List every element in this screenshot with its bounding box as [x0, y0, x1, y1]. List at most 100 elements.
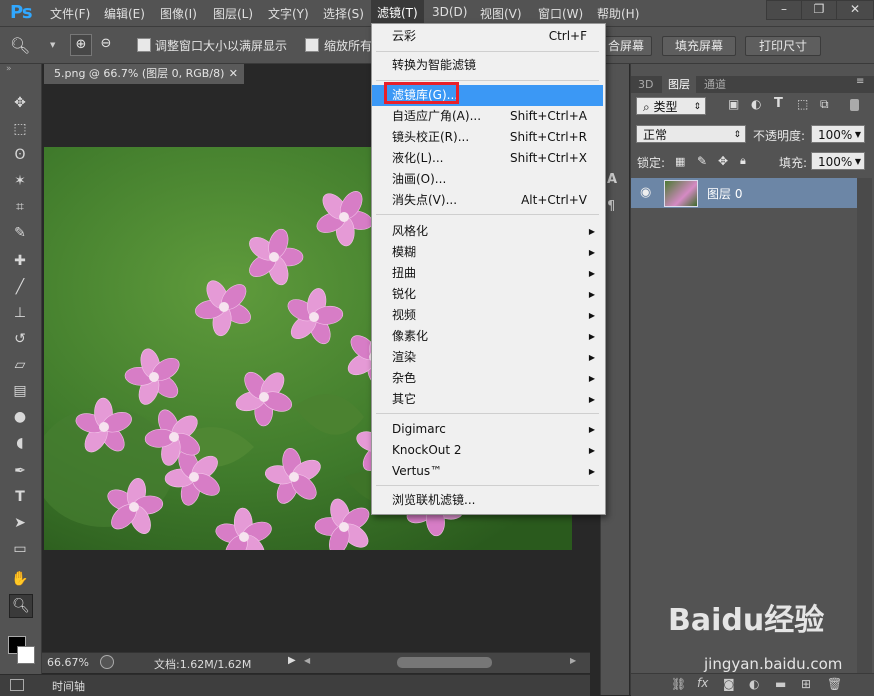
- move-tool-icon[interactable]: ✥: [9, 92, 31, 114]
- menu-item-pixelate[interactable]: 像素化 ▶: [372, 326, 603, 347]
- menu-item-video[interactable]: 视频 ▶: [372, 305, 603, 326]
- clone-stamp-tool-icon[interactable]: ⊥: [9, 302, 31, 324]
- blur-tool-icon[interactable]: ●: [9, 406, 31, 428]
- visibility-eye-icon[interactable]: ◉: [640, 185, 651, 200]
- panel-menu-icon[interactable]: ≡: [856, 76, 864, 87]
- pixel-filter-icon[interactable]: ▣: [728, 97, 739, 111]
- rectangle-tool-icon[interactable]: ▭: [9, 538, 31, 560]
- crop-tool-icon[interactable]: ⌗: [9, 196, 31, 218]
- menu-window[interactable]: 窗口(W): [538, 5, 583, 22]
- menu-item-blur[interactable]: 模糊 ▶: [372, 242, 603, 263]
- type-filter-icon[interactable]: T: [774, 96, 783, 111]
- menu-item-clouds[interactable]: 云彩 Ctrl+F: [372, 26, 603, 47]
- menu-item-noise[interactable]: 杂色 ▶: [372, 368, 603, 389]
- menu-item-other[interactable]: 其它 ▶: [372, 389, 603, 410]
- gradient-tool-icon[interactable]: ▤: [9, 380, 31, 402]
- lock-all-icon[interactable]: 🔒︎: [740, 154, 746, 168]
- menu-item-browse-online[interactable]: 浏览联机滤镜...: [372, 490, 603, 511]
- path-selection-tool-icon[interactable]: ➤: [9, 512, 31, 534]
- shape-filter-icon[interactable]: ⬚: [797, 97, 808, 111]
- fill-screen-button[interactable]: 填充屏幕: [662, 36, 736, 56]
- menu-item-digimarc[interactable]: Digimarc ▶: [372, 419, 603, 440]
- menu-item-lens-correction[interactable]: 镜头校正(R)... Shift+Ctrl+R: [372, 127, 603, 148]
- zoom-level[interactable]: 66.67%: [47, 656, 89, 669]
- tab-channels[interactable]: 通道: [698, 76, 732, 93]
- minimize-button[interactable]: –: [766, 0, 802, 20]
- status-info-icon[interactable]: [100, 655, 114, 669]
- magic-wand-tool-icon[interactable]: ✶: [9, 170, 31, 192]
- eyedropper-tool-icon[interactable]: ✎: [9, 222, 31, 244]
- new-group-icon[interactable]: ▬: [775, 677, 786, 691]
- menu-item-smart-filter[interactable]: 转换为智能滤镜: [372, 55, 603, 76]
- menu-item-distort[interactable]: 扭曲 ▶: [372, 263, 603, 284]
- new-adjustment-icon[interactable]: ◐: [749, 677, 759, 691]
- marquee-tool-icon[interactable]: ⬚: [9, 118, 31, 140]
- zoom-in-icon[interactable]: ⊕: [70, 34, 92, 56]
- restore-button[interactable]: ❐: [801, 0, 837, 20]
- print-size-button[interactable]: 打印尺寸: [745, 36, 821, 56]
- zoom-out-icon[interactable]: ⊖: [96, 34, 116, 54]
- fx-icon[interactable]: fx: [697, 676, 708, 690]
- menu-item-render[interactable]: 渲染 ▶: [372, 347, 603, 368]
- fit-screen-button[interactable]: 合屏幕: [600, 36, 652, 56]
- paragraph-panel-icon[interactable]: ¶: [607, 199, 615, 214]
- menu-3d[interactable]: 3D(D): [432, 5, 467, 19]
- preset-dropdown-icon[interactable]: ▼: [50, 41, 55, 49]
- menu-type[interactable]: 文字(Y): [268, 5, 309, 22]
- menu-layer[interactable]: 图层(L): [213, 5, 253, 22]
- zoom-tool-preset-icon[interactable]: 🔍︎: [10, 36, 30, 55]
- scroll-left-icon[interactable]: ◀: [304, 656, 310, 665]
- layers-scrollbar[interactable]: [857, 178, 872, 678]
- tab-3d[interactable]: 3D: [632, 76, 659, 93]
- close-document-icon[interactable]: ✕: [229, 64, 238, 84]
- menu-item-adaptive-wide-angle[interactable]: 自适应广角(A)... Shift+Ctrl+A: [372, 106, 603, 127]
- fill-field[interactable]: 100% ▼: [811, 152, 865, 170]
- timeline-panel-tab[interactable]: 时间轴: [0, 674, 590, 696]
- menu-item-vanishing-point[interactable]: 消失点(V)... Alt+Ctrl+V: [372, 190, 603, 211]
- menu-item-vertus[interactable]: Vertus™ ▶: [372, 461, 603, 482]
- scroll-right-icon[interactable]: ▶: [570, 656, 576, 665]
- status-menu-arrow-icon[interactable]: ▶: [288, 655, 296, 666]
- close-button[interactable]: ✕: [836, 0, 874, 20]
- menu-item-oil-paint[interactable]: 油画(O)...: [372, 169, 603, 190]
- document-tab[interactable]: 5.png @ 66.7% (图层 0, RGB/8) ✕: [44, 64, 244, 84]
- resize-windows-checkbox[interactable]: [137, 38, 151, 52]
- lock-transparency-icon[interactable]: ▦: [675, 155, 685, 168]
- horizontal-scrollbar-thumb[interactable]: [397, 657, 492, 668]
- menu-edit[interactable]: 编辑(E): [104, 5, 145, 22]
- new-layer-icon[interactable]: ⊞: [801, 677, 811, 691]
- menu-file[interactable]: 文件(F): [50, 5, 90, 22]
- delete-layer-icon[interactable]: 🗑︎: [827, 677, 842, 691]
- character-panel-icon[interactable]: A: [607, 172, 617, 187]
- lasso-tool-icon[interactable]: ʘ: [9, 144, 31, 166]
- add-mask-icon[interactable]: ◙: [723, 677, 735, 691]
- tab-layers[interactable]: 图层: [662, 76, 696, 93]
- menu-item-sharpen[interactable]: 锐化 ▶: [372, 284, 603, 305]
- smart-object-filter-icon[interactable]: ⧉: [820, 97, 829, 112]
- lock-pixels-icon[interactable]: ✎: [697, 154, 707, 168]
- menu-select[interactable]: 选择(S): [323, 5, 364, 22]
- layer-name[interactable]: 图层 0: [707, 185, 742, 202]
- layer-filter-select[interactable]: ⌕ 类型 ⇕: [636, 97, 706, 115]
- adjustment-filter-icon[interactable]: ◐: [751, 97, 761, 111]
- eraser-tool-icon[interactable]: ▱: [9, 354, 31, 376]
- blend-mode-select[interactable]: 正常 ⇕: [636, 125, 746, 143]
- menu-view[interactable]: 视图(V): [480, 5, 522, 22]
- opacity-field[interactable]: 100% ▼: [811, 125, 865, 143]
- menu-help[interactable]: 帮助(H): [597, 5, 639, 22]
- zoom-all-checkbox[interactable]: [305, 38, 319, 52]
- dodge-tool-icon[interactable]: ◖: [9, 432, 31, 454]
- link-layers-icon[interactable]: ⛓: [671, 677, 686, 691]
- healing-brush-tool-icon[interactable]: ✚: [9, 250, 31, 272]
- menu-item-liquify[interactable]: 液化(L)... Shift+Ctrl+X: [372, 148, 603, 169]
- menu-image[interactable]: 图像(I): [160, 5, 197, 22]
- collapse-icon[interactable]: »: [6, 64, 12, 74]
- layer-row[interactable]: ◉ 图层 0: [631, 178, 857, 208]
- lock-position-icon[interactable]: ✥: [718, 154, 728, 168]
- zoom-tool-icon[interactable]: 🔍︎: [9, 594, 33, 618]
- filter-toggle-icon[interactable]: [850, 99, 859, 111]
- brush-tool-icon[interactable]: ╱: [9, 276, 31, 298]
- hand-tool-icon[interactable]: ✋: [9, 568, 31, 590]
- pen-tool-icon[interactable]: ✒: [9, 460, 31, 482]
- history-brush-tool-icon[interactable]: ↺: [9, 328, 31, 350]
